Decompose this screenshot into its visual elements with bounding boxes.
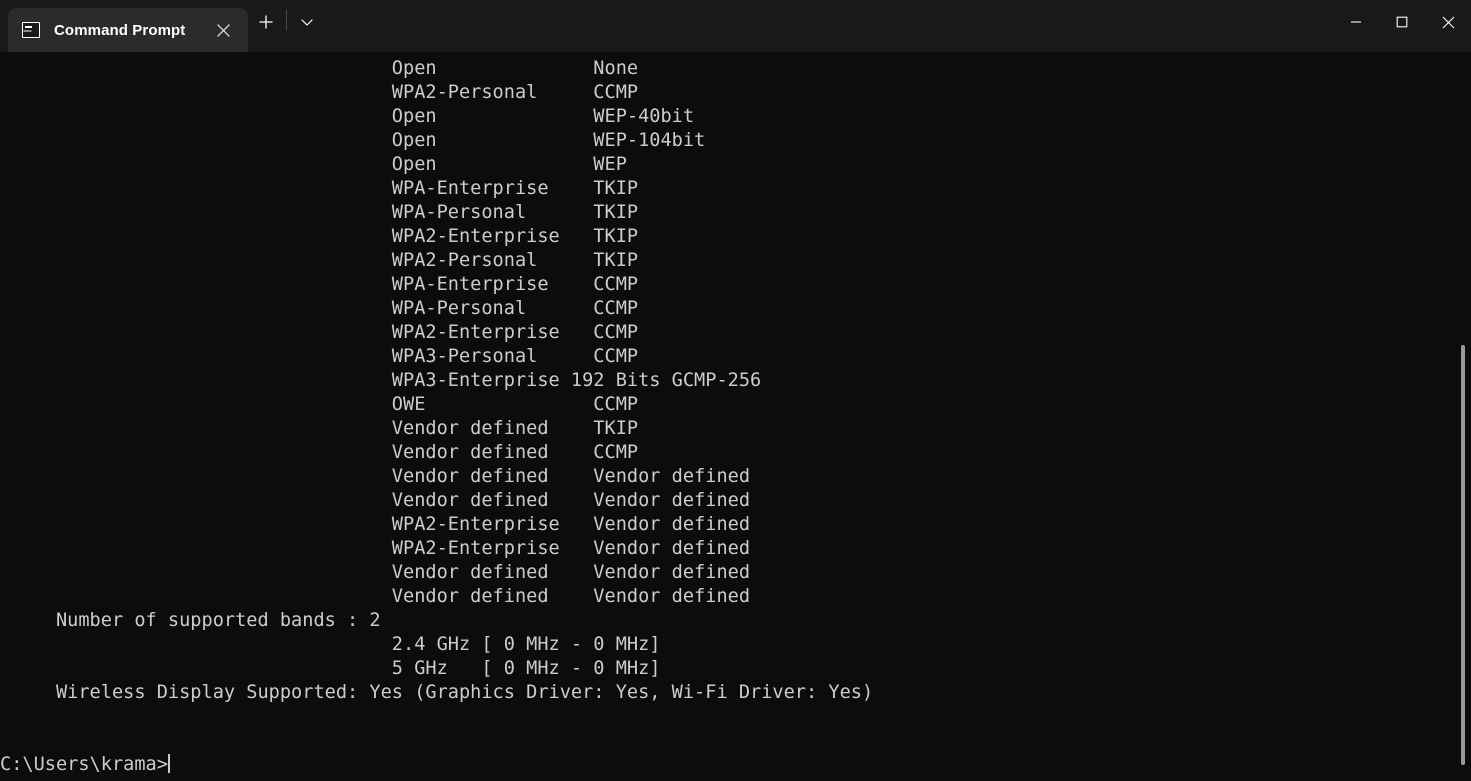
wireless-display-line: Wireless Display Supported: Yes (Graphic…	[0, 682, 874, 703]
auth-cipher-row: Open WEP-104bit	[0, 130, 706, 151]
auth-cipher-row: WPA2-Personal CCMP	[0, 82, 639, 103]
chevron-down-icon[interactable]	[289, 6, 325, 38]
tab-title: Command Prompt	[54, 21, 186, 39]
terminal-screen: Open None WPA2-Personal CCMP Open WEP-40…	[0, 52, 1471, 777]
auth-cipher-row: Vendor defined TKIP	[0, 418, 639, 439]
maximize-button[interactable]	[1379, 0, 1425, 44]
auth-cipher-row: WPA2-Personal TKIP	[0, 250, 639, 271]
auth-cipher-row: WPA-Enterprise CCMP	[0, 274, 639, 295]
auth-cipher-row: Open None	[0, 58, 639, 79]
scrollbar-track[interactable]	[1455, 52, 1471, 781]
window-controls	[1333, 0, 1471, 52]
titlebar-drag-region[interactable]	[325, 0, 1333, 52]
text-cursor	[167, 754, 170, 773]
auth-cipher-row: WPA3-Enterprise 192 Bits GCMP-256	[0, 370, 762, 391]
auth-cipher-row: WPA-Enterprise TKIP	[0, 178, 639, 199]
auth-cipher-row: WPA2-Enterprise Vendor defined	[0, 538, 751, 559]
prompt-line[interactable]: C:\Users\krama>	[0, 753, 1471, 777]
auth-cipher-row: OWE CCMP	[0, 394, 639, 415]
title-bar: Command Prompt	[0, 0, 1471, 52]
auth-cipher-row: Vendor defined CCMP	[0, 442, 639, 463]
auth-cipher-row: Vendor defined Vendor defined	[0, 562, 751, 583]
prompt-text: C:\Users\krama>	[0, 754, 168, 775]
tab-separator	[286, 10, 287, 30]
close-window-button[interactable]	[1425, 0, 1471, 44]
scrollbar-thumb[interactable]	[1461, 345, 1465, 765]
band-range-line: 5 GHz [ 0 MHz - 0 MHz]	[0, 658, 661, 679]
auth-cipher-row: WPA2-Enterprise CCMP	[0, 322, 639, 343]
auth-cipher-row: Vendor defined Vendor defined	[0, 466, 751, 487]
band-range-line: 2.4 GHz [ 0 MHz - 0 MHz]	[0, 634, 661, 655]
auth-cipher-row: Vendor defined Vendor defined	[0, 586, 751, 607]
tab-command-prompt[interactable]: Command Prompt	[8, 8, 248, 52]
new-tab-area	[248, 0, 325, 52]
auth-cipher-row: WPA-Personal TKIP	[0, 202, 639, 223]
auth-cipher-row: Vendor defined Vendor defined	[0, 490, 751, 511]
new-tab-button[interactable]	[248, 6, 284, 38]
close-tab-icon[interactable]	[208, 15, 238, 45]
terminal-window: Command Prompt Open None WPA2-Personal C…	[0, 0, 1471, 781]
auth-cipher-row: WPA2-Enterprise TKIP	[0, 226, 639, 247]
command-prompt-icon	[22, 22, 40, 38]
auth-cipher-row: WPA2-Enterprise Vendor defined	[0, 514, 751, 535]
terminal-body[interactable]: Open None WPA2-Personal CCMP Open WEP-40…	[0, 52, 1471, 781]
tab-strip: Command Prompt	[0, 0, 325, 52]
auth-cipher-row: WPA-Personal CCMP	[0, 298, 639, 319]
supported-bands-line: Number of supported bands : 2	[0, 610, 381, 631]
auth-cipher-row: Open WEP-40bit	[0, 106, 695, 127]
auth-cipher-row: WPA3-Personal CCMP	[0, 346, 639, 367]
minimize-button[interactable]	[1333, 0, 1379, 44]
auth-cipher-row: Open WEP	[0, 154, 627, 175]
